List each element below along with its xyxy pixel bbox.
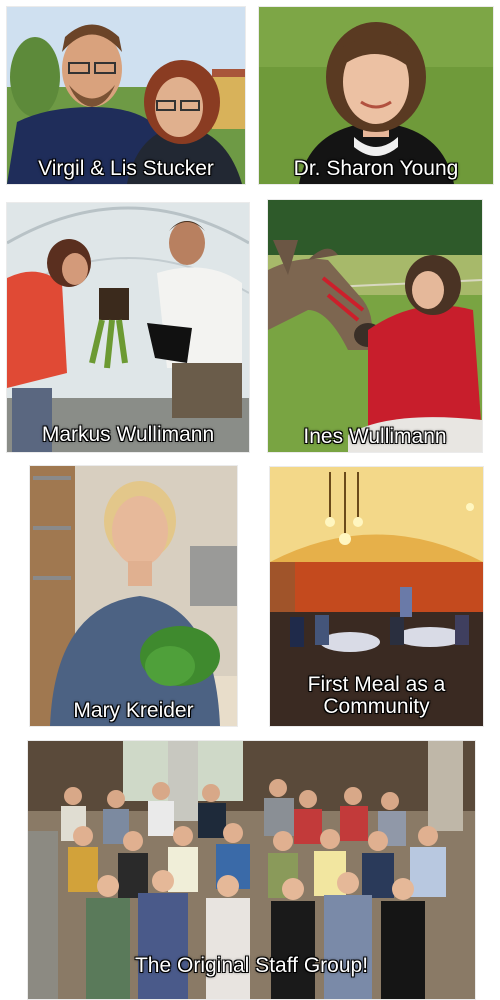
photo-caption: First Meal as a Community [307,672,446,718]
photo-caption: Dr. Sharon Young [293,156,459,180]
photo-ines-wullimann-image [268,200,482,452]
photo-caption: Markus Wullimann [41,422,215,446]
photo-original-staff-group: The Original Staff Group! [28,741,475,999]
photo-sharon-young: Dr. Sharon Young [259,7,493,184]
photo-caption: Mary Kreider [73,698,194,722]
photo-caption: The Original Staff Group! [134,953,369,977]
photo-virgil-lis-stucker: Virgil & Lis Stucker [7,7,245,184]
photo-mary-kreider: Mary Kreider [30,466,237,726]
photo-mary-kreider-image [30,466,237,726]
photo-ines-wullimann: Ines Wullimann [268,200,482,452]
photo-caption: Ines Wullimann [303,424,447,448]
photo-caption: Virgil & Lis Stucker [38,156,214,180]
photo-first-meal: First Meal as a Community [270,467,483,726]
photo-markus-wullimann: Markus Wullimann [7,203,249,452]
photo-markus-wullimann-image [7,203,249,452]
